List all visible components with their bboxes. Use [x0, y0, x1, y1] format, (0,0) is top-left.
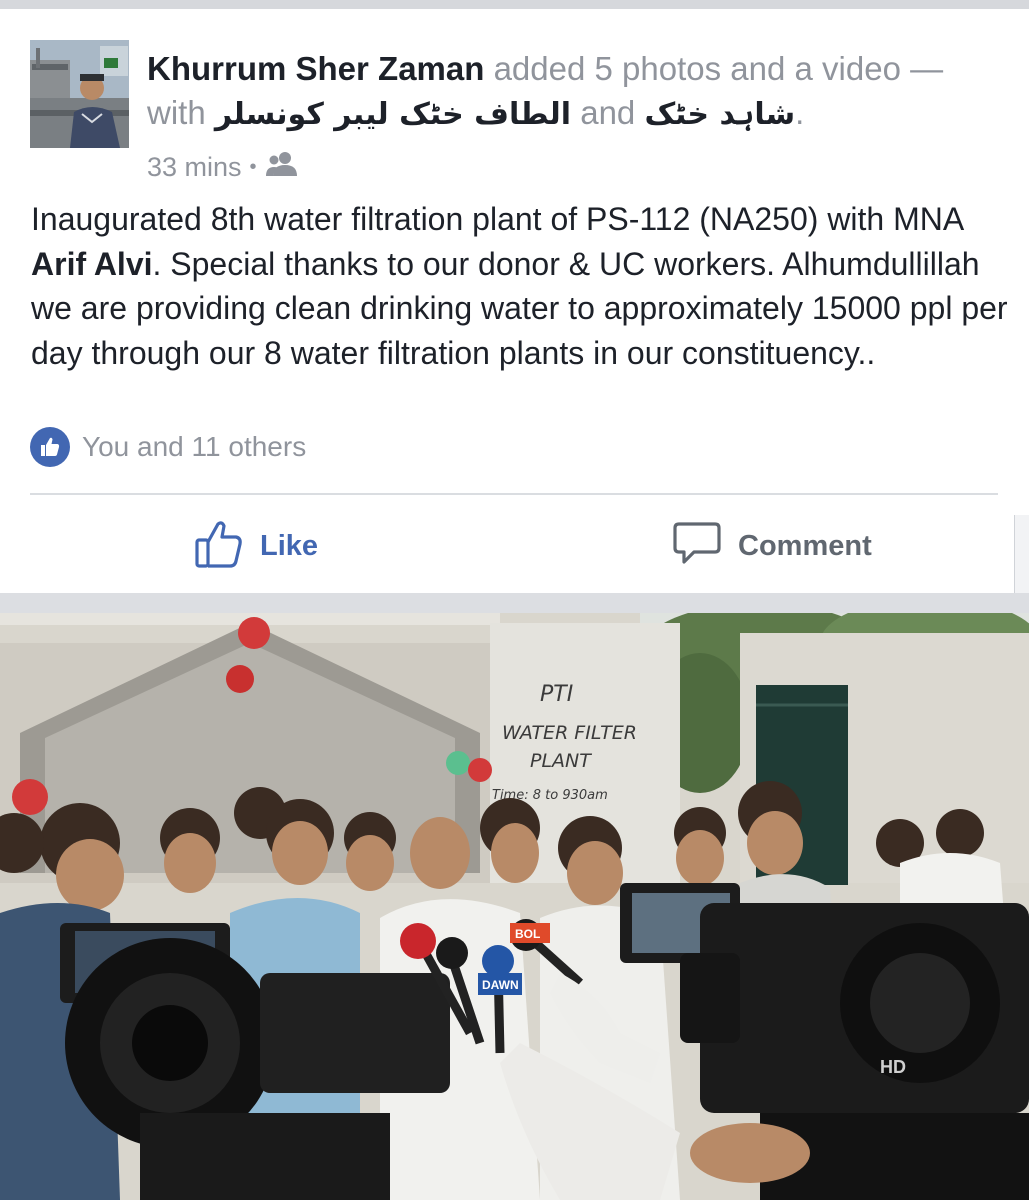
like-button[interactable]: Like: [194, 515, 318, 577]
post-text-part2: . Special thanks to our donor & UC worke…: [31, 245, 1008, 371]
author-name[interactable]: Khurrum Sher Zaman: [147, 50, 484, 87]
post-header: Khurrum Sher Zaman added 5 photos and a …: [147, 47, 1007, 137]
friends-icon: [265, 151, 299, 184]
post-card: Khurrum Sher Zaman added 5 photos and a …: [0, 9, 1029, 607]
reactions-count[interactable]: You and 11 others: [82, 431, 306, 463]
mic-flag-2: BOL: [515, 927, 540, 941]
author-avatar[interactable]: [30, 40, 129, 148]
feed-gap: [0, 593, 1029, 613]
camera-brand-text: HD: [880, 1057, 906, 1077]
post-end-punct: .: [795, 94, 805, 131]
thumbs-up-icon: [194, 519, 244, 574]
top-strip: [0, 0, 1029, 9]
post-time[interactable]: 33 mins: [147, 152, 242, 183]
actions-divider: [30, 493, 998, 495]
sign-text-1: PTI: [540, 682, 573, 707]
like-label: Like: [260, 529, 319, 562]
meta-separator: •: [249, 155, 257, 178]
comment-label: Comment: [738, 529, 872, 562]
mentioned-person[interactable]: Arif Alvi: [31, 246, 153, 282]
sign-text-2: WATER FILTER: [502, 722, 637, 744]
post-text: Inaugurated 8th water filtration plant o…: [31, 197, 1011, 375]
post-conjunction: and: [571, 94, 645, 131]
tagged-person-2[interactable]: شاہد خٹک: [644, 97, 795, 132]
comment-button[interactable]: Comment: [672, 515, 872, 577]
comment-icon: [672, 520, 722, 573]
post-text-part1: Inaugurated 8th water filtration plant o…: [31, 201, 963, 237]
reactions-row[interactable]: You and 11 others: [30, 426, 306, 468]
like-reaction-icon: [30, 427, 70, 467]
mic-flag-1: DAWN: [482, 978, 519, 992]
sign-text-3: PLANT: [530, 750, 592, 772]
post-photo[interactable]: PTI WATER FILTER PLANT Time: 8 to 930am: [0, 613, 1029, 1200]
post-meta: 33 mins •: [147, 145, 299, 189]
tagged-person-1[interactable]: الطاف خٹک لیبر کونسلر: [215, 97, 571, 132]
